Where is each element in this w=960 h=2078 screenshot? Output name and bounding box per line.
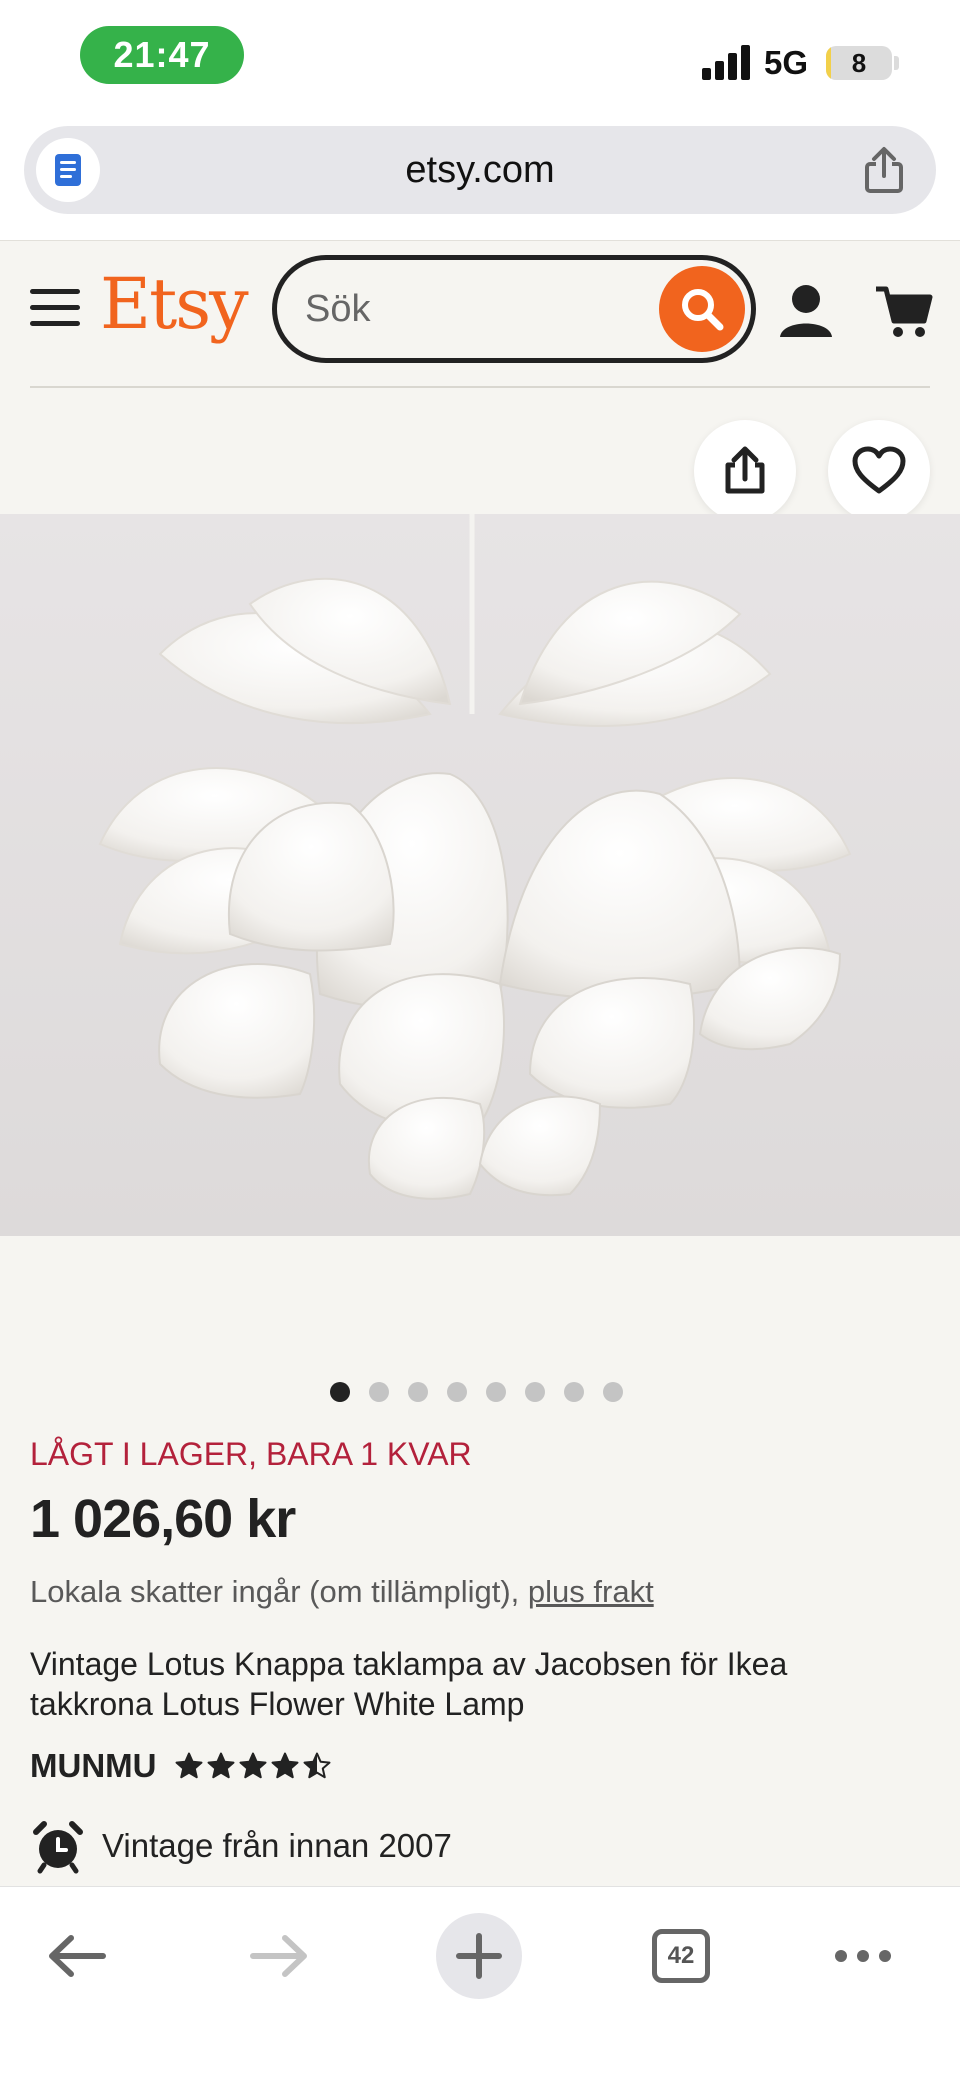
share-listing-button[interactable] [694,420,796,522]
gallery-dot[interactable] [486,1382,506,1402]
forward-arrow-icon [250,1935,307,1977]
star-icon [239,1752,267,1779]
alarm-clock-icon [33,1821,83,1874]
more-button[interactable] [820,1913,906,1999]
search-input[interactable] [305,260,645,358]
share-icon [725,446,765,494]
more-dots-icon [835,1950,891,1962]
forward-button[interactable] [236,1913,322,1999]
network-type: 5G [764,44,809,81]
product-image[interactable] [0,514,960,1236]
product-title: Vintage Lotus Knappa taklampa av Jacobse… [30,1646,788,1722]
status-time: 21:47 [80,26,244,84]
shipping-link[interactable]: plus frakt [528,1574,654,1609]
gallery-dot[interactable] [564,1382,584,1402]
stock-notice: LÅGT I LAGER, BARA 1 KVAR [30,1436,472,1472]
browser-toolbar: 42 [0,1886,960,2078]
star-icon [271,1752,299,1779]
gallery-dot[interactable] [408,1382,428,1402]
gallery-dot[interactable] [447,1382,467,1402]
favorite-button[interactable] [828,420,930,522]
account-icon[interactable] [776,281,836,341]
star-icon [303,1752,331,1779]
cart-icon[interactable] [874,281,934,341]
back-arrow-icon [49,1935,106,1977]
search-box [272,255,756,363]
back-button[interactable] [34,1913,120,1999]
tabs-button[interactable]: 42 [638,1913,724,1999]
menu-icon[interactable] [30,289,80,329]
tax-shipping-note: Lokala skatter ingår (om tillämpligt), p… [30,1574,654,1610]
plus-icon [456,1933,502,1979]
shop-rating[interactable] [174,1751,332,1781]
site-header: Etsy [0,240,960,378]
battery-level: 8 [851,47,867,78]
browser-share-button[interactable] [858,144,910,196]
gallery-dot[interactable] [369,1382,389,1402]
address-bar[interactable]: etsy.com [24,126,936,214]
vintage-text: Vintage från innan 2007 [102,1827,452,1864]
gallery-dot[interactable] [603,1382,623,1402]
etsy-logo[interactable]: Etsy [100,263,249,345]
lotus-lamp-photo [0,514,960,1236]
browser-address-area: etsy.com [0,118,960,240]
search-button[interactable] [659,266,745,352]
shop-name-link[interactable]: MUNMU [30,1747,156,1785]
heart-icon [852,446,906,494]
status-bar: 21:47 5G 8 [0,0,960,118]
gallery-dot[interactable] [525,1382,545,1402]
url-text[interactable]: etsy.com [24,126,936,214]
battery-icon: 8 [826,46,892,80]
header-divider [30,386,930,388]
tab-count: 42 [652,1929,710,1983]
gallery-dot[interactable] [330,1382,350,1402]
star-icon [175,1752,203,1779]
search-icon [682,289,724,331]
new-tab-button[interactable] [436,1913,522,1999]
star-icon [207,1752,235,1779]
tax-text: Lokala skatter ingår (om tillämpligt), [30,1574,528,1609]
vintage-info: Vintage från innan 2007 [30,1818,452,1874]
cellular-signal-icon [702,44,750,80]
shop-row: MUNMU [30,1746,332,1786]
share-icon [865,147,903,193]
product-price: 1 026,60 kr [30,1489,296,1549]
battery-tip [894,56,899,70]
gallery-pagination[interactable] [330,1382,623,1404]
